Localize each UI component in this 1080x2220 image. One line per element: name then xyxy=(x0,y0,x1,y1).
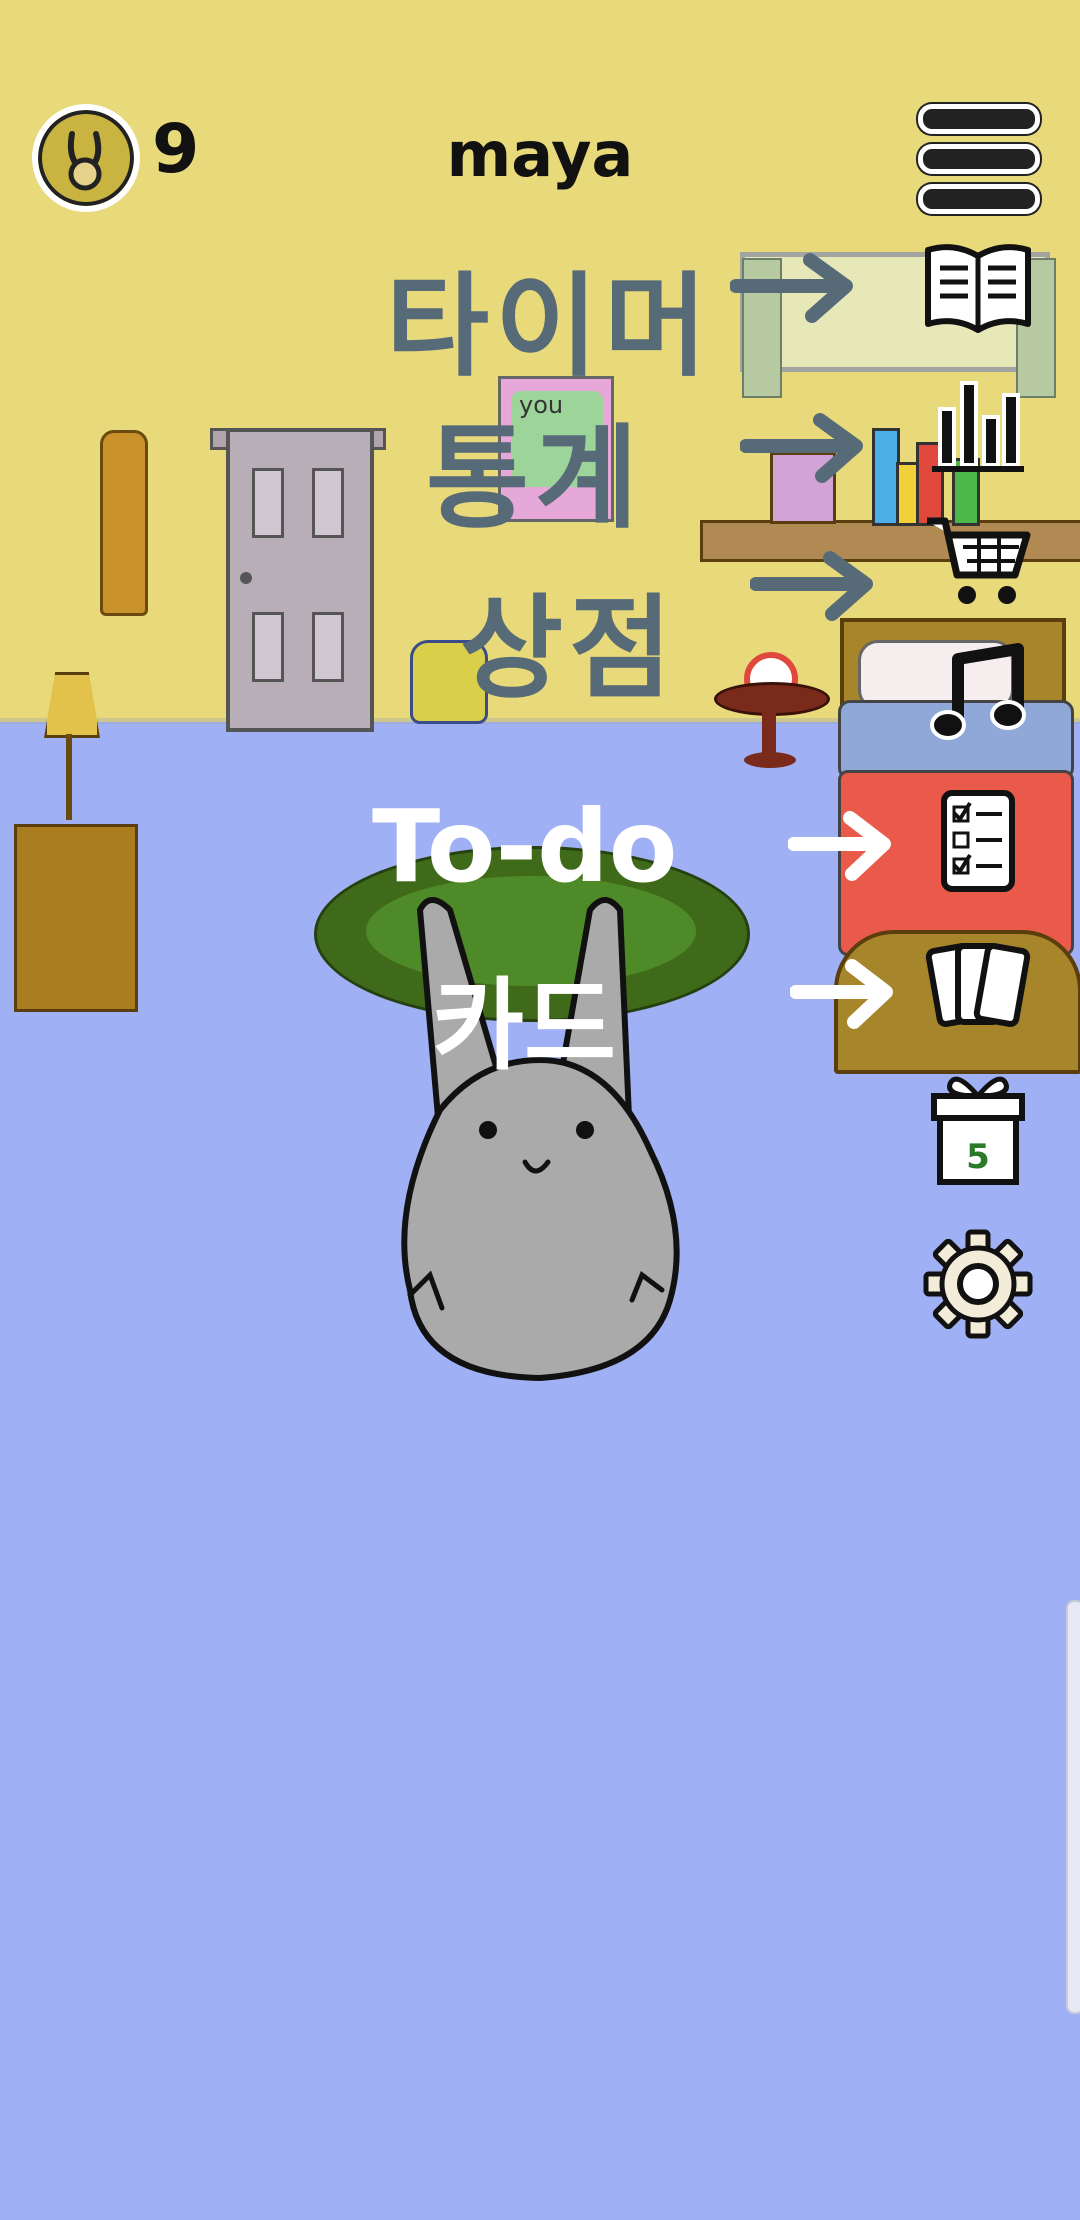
door xyxy=(226,428,374,732)
shop-button[interactable] xyxy=(914,506,1042,616)
door-panel xyxy=(312,468,344,538)
door-panel xyxy=(312,612,344,682)
annotation-timer: 타이머 xyxy=(386,262,714,392)
timer-button[interactable] xyxy=(914,232,1042,342)
shopping-cart-icon xyxy=(927,517,1031,604)
door-panel xyxy=(252,468,284,538)
cards-button[interactable] xyxy=(914,930,1042,1040)
music-note-icon xyxy=(930,643,1026,740)
annotation-todo: To-do xyxy=(372,788,678,905)
annotation-cards: 카드 xyxy=(432,967,616,1084)
gift-icon: 5 xyxy=(931,1076,1025,1185)
menu-bar xyxy=(918,184,1040,214)
arrow-to-todo xyxy=(788,811,891,881)
arrow-to-cards xyxy=(790,959,893,1029)
arrow-to-timer xyxy=(730,253,853,323)
cards-icon xyxy=(925,943,1031,1027)
annotation-shop: 상점 xyxy=(460,584,679,714)
annotation-stats: 통계 xyxy=(426,414,645,544)
gift-badge: 5 xyxy=(966,1137,990,1177)
todo-button[interactable] xyxy=(914,786,1042,896)
menu-bar xyxy=(918,144,1040,174)
arrow-to-shop xyxy=(750,551,873,621)
book-icon xyxy=(925,244,1031,333)
hamburger-menu-button[interactable] xyxy=(918,104,1040,214)
lamp-pole xyxy=(66,734,72,820)
gift-button[interactable]: 5 xyxy=(914,1066,1042,1190)
drawer-cabinet xyxy=(14,824,138,1012)
username: maya xyxy=(446,118,634,191)
settings-button[interactable] xyxy=(914,1224,1042,1344)
edge-panel-handle[interactable] xyxy=(1066,1600,1080,2014)
door-panel xyxy=(252,612,284,682)
music-button[interactable] xyxy=(914,640,1042,750)
hanging-coat xyxy=(100,430,148,616)
stats-button[interactable] xyxy=(914,370,1042,480)
menu-bar xyxy=(918,104,1040,134)
coin-icon xyxy=(32,104,140,212)
checklist-icon xyxy=(941,790,1015,892)
side-table-foot xyxy=(744,752,796,768)
coin-count: 9 xyxy=(152,110,200,189)
gear-icon xyxy=(923,1229,1033,1339)
side-table-leg xyxy=(762,706,776,758)
bar-chart-icon xyxy=(932,381,1024,472)
arrow-to-stats xyxy=(740,413,863,483)
door-knob xyxy=(240,572,252,584)
